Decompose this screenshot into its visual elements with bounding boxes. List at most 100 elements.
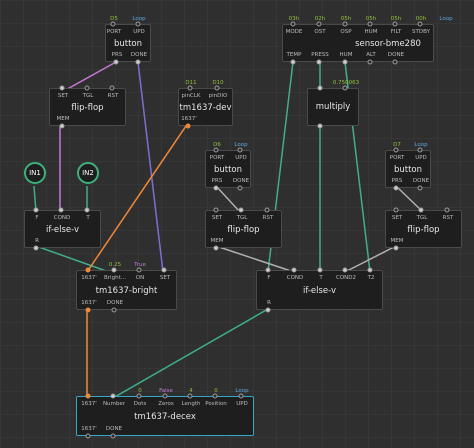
flipflop-node-mid[interactable]: SET TGL RST flip-flop MEM	[205, 210, 282, 248]
pin[interactable]	[417, 21, 423, 27]
prs-label: PRS	[211, 178, 223, 184]
tm1637-decex-node[interactable]: 0 False 4 0 Loop 1637' Number Dots Zeros…	[76, 388, 254, 436]
wire-ifelse-r-to-number[interactable]	[112, 308, 269, 399]
wire-btnmid-prs-to-tgl[interactable]	[215, 185, 241, 213]
pin[interactable]	[213, 207, 219, 213]
pin[interactable]	[214, 85, 220, 91]
pin[interactable]	[265, 307, 271, 313]
pin[interactable]	[213, 147, 219, 153]
pin[interactable]	[110, 21, 116, 27]
pin[interactable]	[265, 267, 271, 273]
pin[interactable]	[393, 147, 399, 153]
pin[interactable]	[417, 185, 423, 191]
watch-node-in2[interactable]: IN2	[77, 162, 99, 184]
pin[interactable]	[317, 123, 323, 129]
pin[interactable]	[85, 267, 91, 273]
pin[interactable]	[212, 393, 218, 399]
pin[interactable]	[237, 147, 243, 153]
wire-ifelse-r-to-bright[interactable]	[35, 245, 110, 273]
pin[interactable]	[367, 59, 373, 65]
wire-ffmid-mem-to-cond[interactable]	[215, 245, 295, 273]
pin[interactable]	[162, 393, 168, 399]
pin[interactable]	[110, 433, 116, 439]
pin[interactable]	[237, 185, 243, 191]
ifelse-node-right[interactable]: F COND T COND2 T2 if-else-v R	[256, 270, 383, 310]
pin[interactable]	[238, 393, 244, 399]
pin[interactable]	[291, 267, 297, 273]
pin[interactable]	[290, 59, 296, 65]
mem-label: MEM	[210, 238, 224, 244]
pin[interactable]	[85, 433, 91, 439]
pin[interactable]	[185, 123, 191, 129]
flipflop-node-right[interactable]: SET TGL RST flip-flop MEM	[385, 210, 462, 248]
pin[interactable]	[84, 85, 90, 91]
stdby-label: STDBY	[412, 29, 430, 35]
button-node-right[interactable]: D7 Loop PORT UPD button PRS DONE	[385, 142, 431, 188]
pin[interactable]	[213, 185, 219, 191]
pin[interactable]	[444, 207, 450, 213]
pin[interactable]	[393, 245, 399, 251]
pin[interactable]	[418, 207, 424, 213]
pin[interactable]	[342, 267, 348, 273]
pin[interactable]	[109, 85, 115, 91]
ifelse-node-left[interactable]: F COND T if-else-v R	[24, 210, 101, 248]
pin[interactable]	[187, 393, 193, 399]
watch-node-in1[interactable]: IN1	[24, 162, 46, 184]
pin[interactable]	[264, 207, 270, 213]
multiply-node[interactable]: 0.750063 multiply	[307, 80, 359, 126]
node-title: sensor-bme280	[355, 39, 421, 49]
device-out-label: 1637'	[81, 426, 97, 432]
pin[interactable]	[290, 21, 296, 27]
pin[interactable]	[316, 59, 322, 65]
patch-canvas[interactable]: D5 Loop PORT UPD button PRS DONE SET TGL…	[0, 0, 474, 448]
node-title: tm1637-bright	[95, 286, 158, 296]
pin[interactable]	[113, 59, 119, 65]
pin[interactable]	[342, 21, 348, 27]
pin[interactable]	[33, 207, 39, 213]
tm1637-dev-node[interactable]: D11 D10 pinCLK pinDIO tm1637-dev 1637'	[178, 80, 233, 126]
button-node-mid[interactable]: D6 Loop PORT UPD button PRS DONE	[205, 142, 251, 188]
sensor-bme280-node[interactable]: 03h 02h 05h 05h 05h 00h Loop MODE OST OS…	[282, 16, 453, 62]
pin[interactable]	[317, 85, 323, 91]
pin[interactable]	[392, 21, 398, 27]
done-label: DONE	[130, 52, 148, 58]
pin[interactable]	[238, 207, 244, 213]
pin[interactable]	[317, 267, 323, 273]
pin[interactable]	[392, 59, 398, 65]
upd-label: UPD	[415, 155, 427, 161]
pin[interactable]	[33, 245, 39, 251]
pin[interactable]	[59, 123, 65, 129]
pin[interactable]	[417, 147, 423, 153]
pin[interactable]	[110, 393, 116, 399]
pin[interactable]	[111, 307, 117, 313]
done-label: DONE	[412, 178, 430, 184]
pin[interactable]	[135, 21, 141, 27]
pin[interactable]	[342, 85, 348, 91]
cond-label: COND	[53, 215, 71, 221]
pin[interactable]	[136, 393, 142, 399]
alt-label: ALT	[366, 52, 376, 58]
pin[interactable]	[85, 307, 91, 313]
pin[interactable]	[393, 207, 399, 213]
flipflop-node-left[interactable]: SET TGL RST flip-flop MEM	[49, 88, 126, 126]
pin[interactable]	[367, 21, 373, 27]
pin[interactable]	[135, 59, 141, 65]
button-node-top[interactable]: D5 Loop PORT UPD button PRS DONE	[105, 16, 151, 62]
pin[interactable]	[213, 245, 219, 251]
wire-dev-to-bright[interactable]	[86, 125, 187, 273]
pin[interactable]	[136, 267, 142, 273]
pin[interactable]	[161, 267, 167, 273]
pin[interactable]	[367, 267, 373, 273]
pin[interactable]	[111, 267, 117, 273]
tm1637-bright-node[interactable]: 0.25 True 1637' Bright... ON SET tm1637-…	[76, 262, 177, 310]
wire-button-done-to-bright-set[interactable]	[137, 61, 164, 273]
pin[interactable]	[187, 85, 193, 91]
pin[interactable]	[59, 85, 65, 91]
pin[interactable]	[58, 207, 64, 213]
node-title: button	[213, 165, 243, 175]
pin[interactable]	[84, 207, 90, 213]
pin[interactable]	[316, 21, 322, 27]
pin[interactable]	[393, 185, 399, 191]
pin[interactable]	[85, 393, 91, 399]
pin[interactable]	[342, 59, 348, 65]
